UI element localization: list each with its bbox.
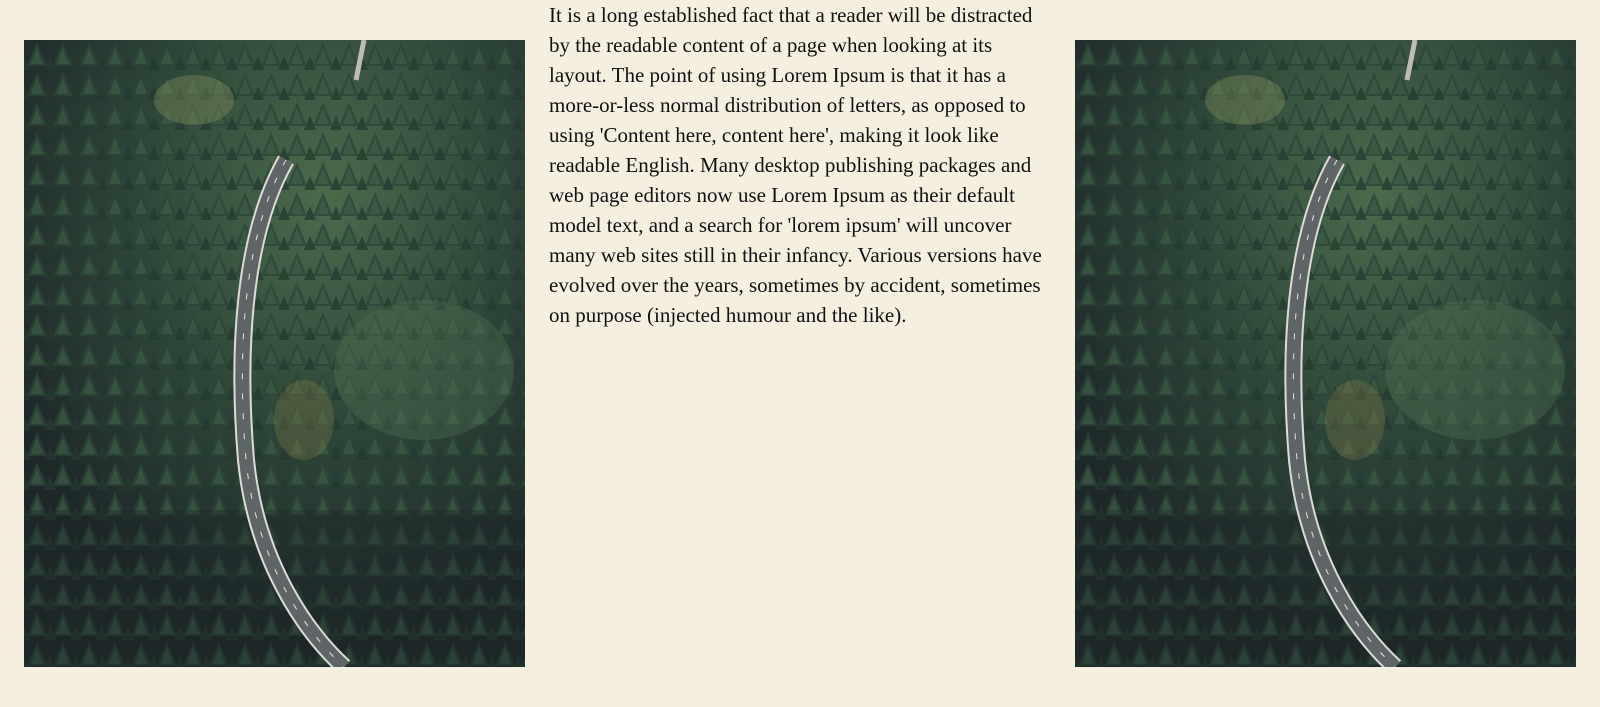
lorem-ipsum-paragraph: It is a long established fact that a rea…	[549, 3, 1042, 327]
forest-road-photo-right	[1075, 40, 1576, 667]
forest-road-photo-left-art	[24, 40, 525, 667]
forest-road-photo-right-art	[1075, 40, 1576, 667]
forest-road-photo-left	[24, 40, 525, 667]
